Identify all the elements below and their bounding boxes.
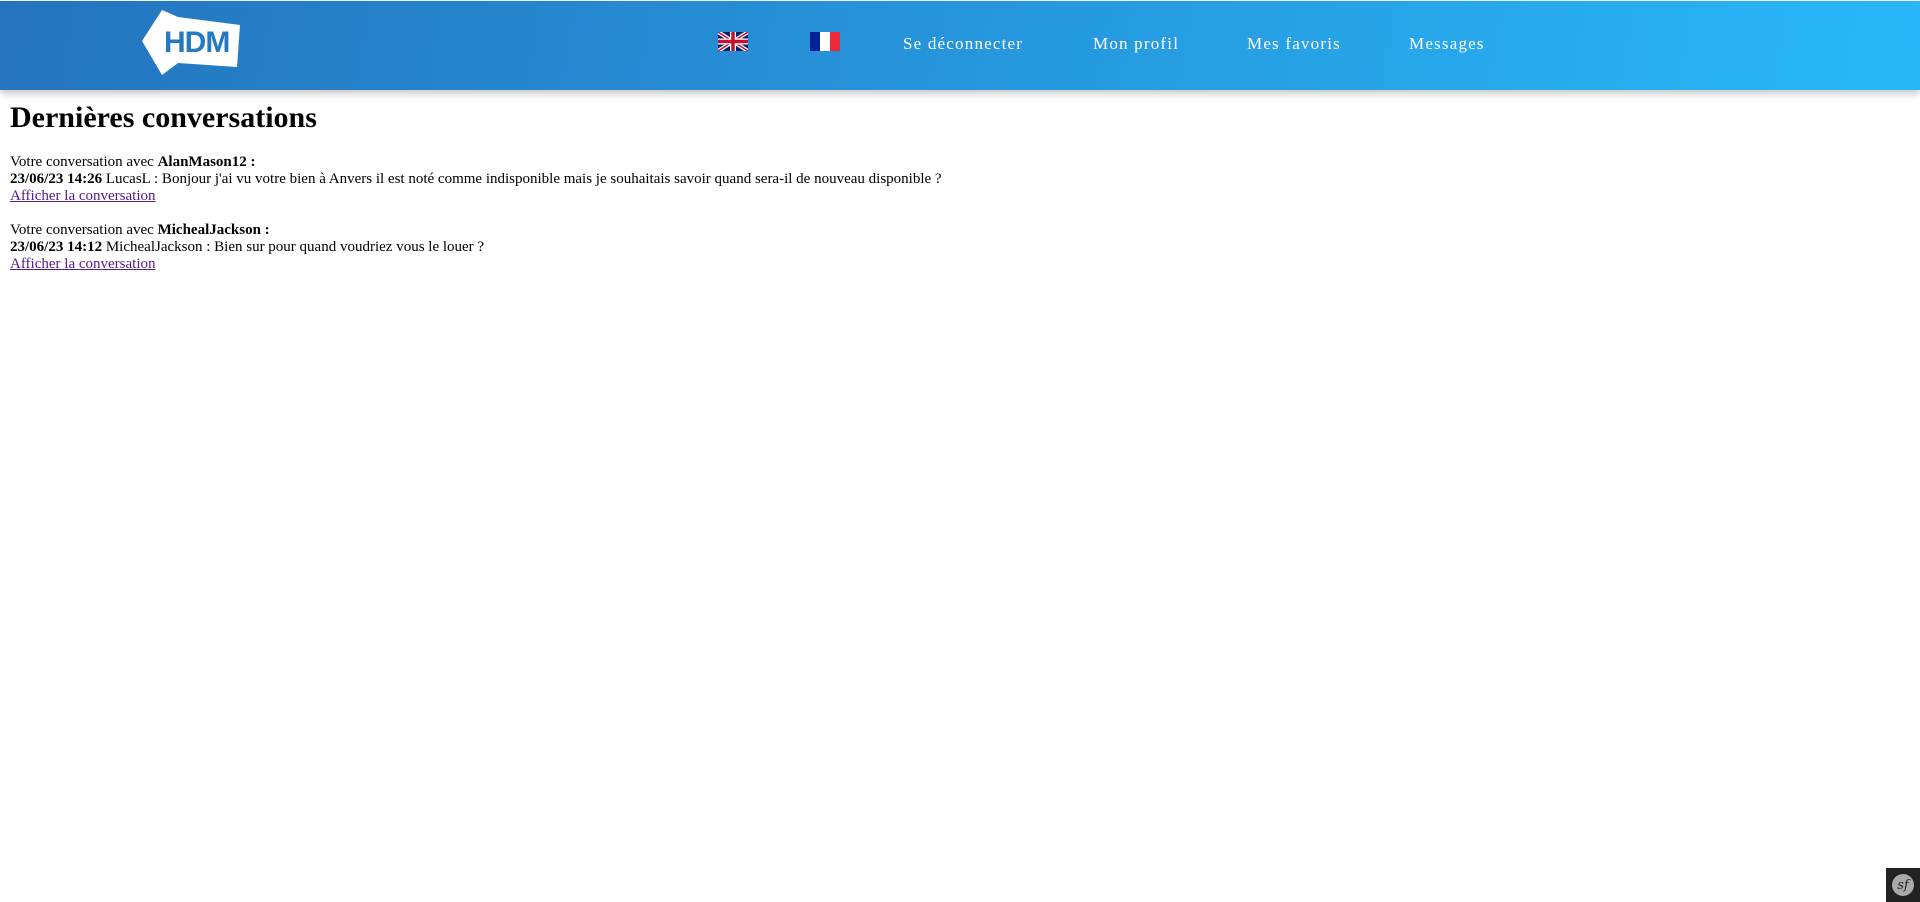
conversation-prefix: Votre conversation avec [10, 222, 154, 238]
nav-messages[interactable]: Messages [1409, 34, 1485, 54]
conversation-prefix: Votre conversation avec [10, 154, 154, 170]
message-preview: MichealJackson : Bien sur pour quand vou… [105, 239, 485, 255]
nav-logout[interactable]: Se déconnecter [903, 34, 1023, 54]
uk-flag-icon[interactable] [718, 32, 748, 51]
symfony-toolbar-button[interactable]: sf [1886, 868, 1920, 902]
top-navbar: HDM Se déconnecter Mon profil Mes favori… [0, 1, 1920, 90]
svg-text:HDM: HDM [164, 26, 229, 59]
nav-profile[interactable]: Mon profil [1093, 34, 1179, 54]
conversation-user: MichealJackson : [157, 222, 270, 238]
symfony-icon: sf [1892, 874, 1914, 896]
view-conversation-link[interactable]: Afficher la conversation [10, 188, 156, 204]
view-conversation-link[interactable]: Afficher la conversation [10, 256, 156, 272]
nav-favorites[interactable]: Mes favoris [1247, 34, 1341, 54]
conversation-item: Votre conversation avec AlanMason12 : 23… [10, 154, 942, 205]
conversation-item: Votre conversation avec MichealJackson :… [10, 222, 942, 273]
message-preview: LucasL : Bonjour j'ai vu votre bien à An… [105, 171, 942, 187]
hdm-logo[interactable]: HDM [142, 5, 242, 75]
conversation-user: AlanMason12 : [157, 154, 256, 170]
main-content: Dernières conversations Votre conversati… [10, 98, 942, 290]
message-timestamp: 23/06/23 14:12 [10, 239, 103, 255]
message-timestamp: 23/06/23 14:26 [10, 171, 103, 187]
page-title: Dernières conversations [10, 101, 317, 134]
fr-flag-icon[interactable] [810, 32, 840, 51]
